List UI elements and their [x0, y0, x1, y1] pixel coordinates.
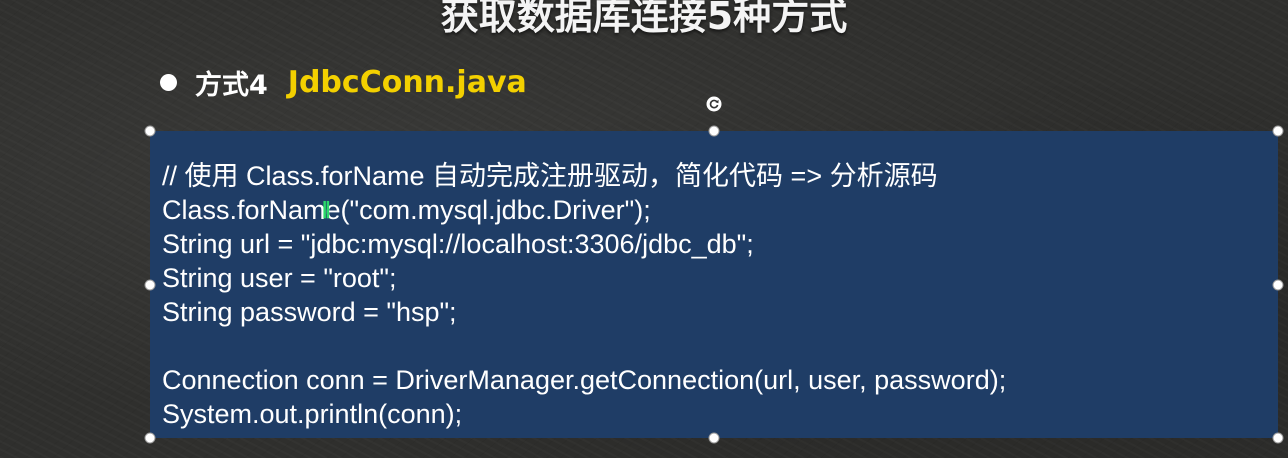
code-line-println: System.out.println(conn);	[162, 399, 463, 429]
text-cursor-icon: ꟾꟾ	[322, 202, 331, 222]
code-line-url: String url = "jdbc:mysql://localhost:330…	[162, 229, 754, 259]
rotate-icon[interactable]	[706, 96, 722, 112]
slide-title: 获取数据库连接5种方式	[440, 0, 848, 38]
bullet-dot-icon	[160, 73, 177, 91]
resize-handle-top[interactable]	[708, 125, 720, 137]
code-line-blank	[162, 329, 1006, 363]
bullet-label: 方式4	[195, 69, 268, 101]
bullet-item: 方式4 JdbcConn.java	[160, 62, 527, 102]
resize-handle-bottom-right[interactable]	[1272, 432, 1284, 444]
resize-handle-bottom-left[interactable]	[144, 432, 156, 444]
bullet-file-name: JdbcConn.java	[287, 64, 527, 100]
resize-handle-top-left[interactable]	[144, 125, 156, 137]
code-text-box[interactable]: // 使用 Class.forName 自动完成注册驱动，简化代码 => 分析源…	[150, 131, 1278, 438]
code-line-comment: // 使用 Class.forName 自动完成注册驱动，简化代码 => 分析源…	[162, 161, 938, 191]
code-block: // 使用 Class.forName 自动完成注册驱动，简化代码 => 分析源…	[162, 159, 1006, 431]
code-line-password: String password = "hsp";	[162, 297, 457, 327]
resize-handle-bottom[interactable]	[708, 432, 720, 444]
code-line-user: String user = "root";	[162, 263, 397, 293]
code-line-class-forname: Class.forName("com.mysql.jdbc.Driver");	[162, 195, 651, 225]
resize-handle-right[interactable]	[1272, 279, 1284, 291]
resize-handle-top-right[interactable]	[1272, 125, 1284, 137]
code-line-connection: Connection conn = DriverManager.getConne…	[162, 365, 1007, 395]
resize-handle-left[interactable]	[144, 279, 156, 291]
